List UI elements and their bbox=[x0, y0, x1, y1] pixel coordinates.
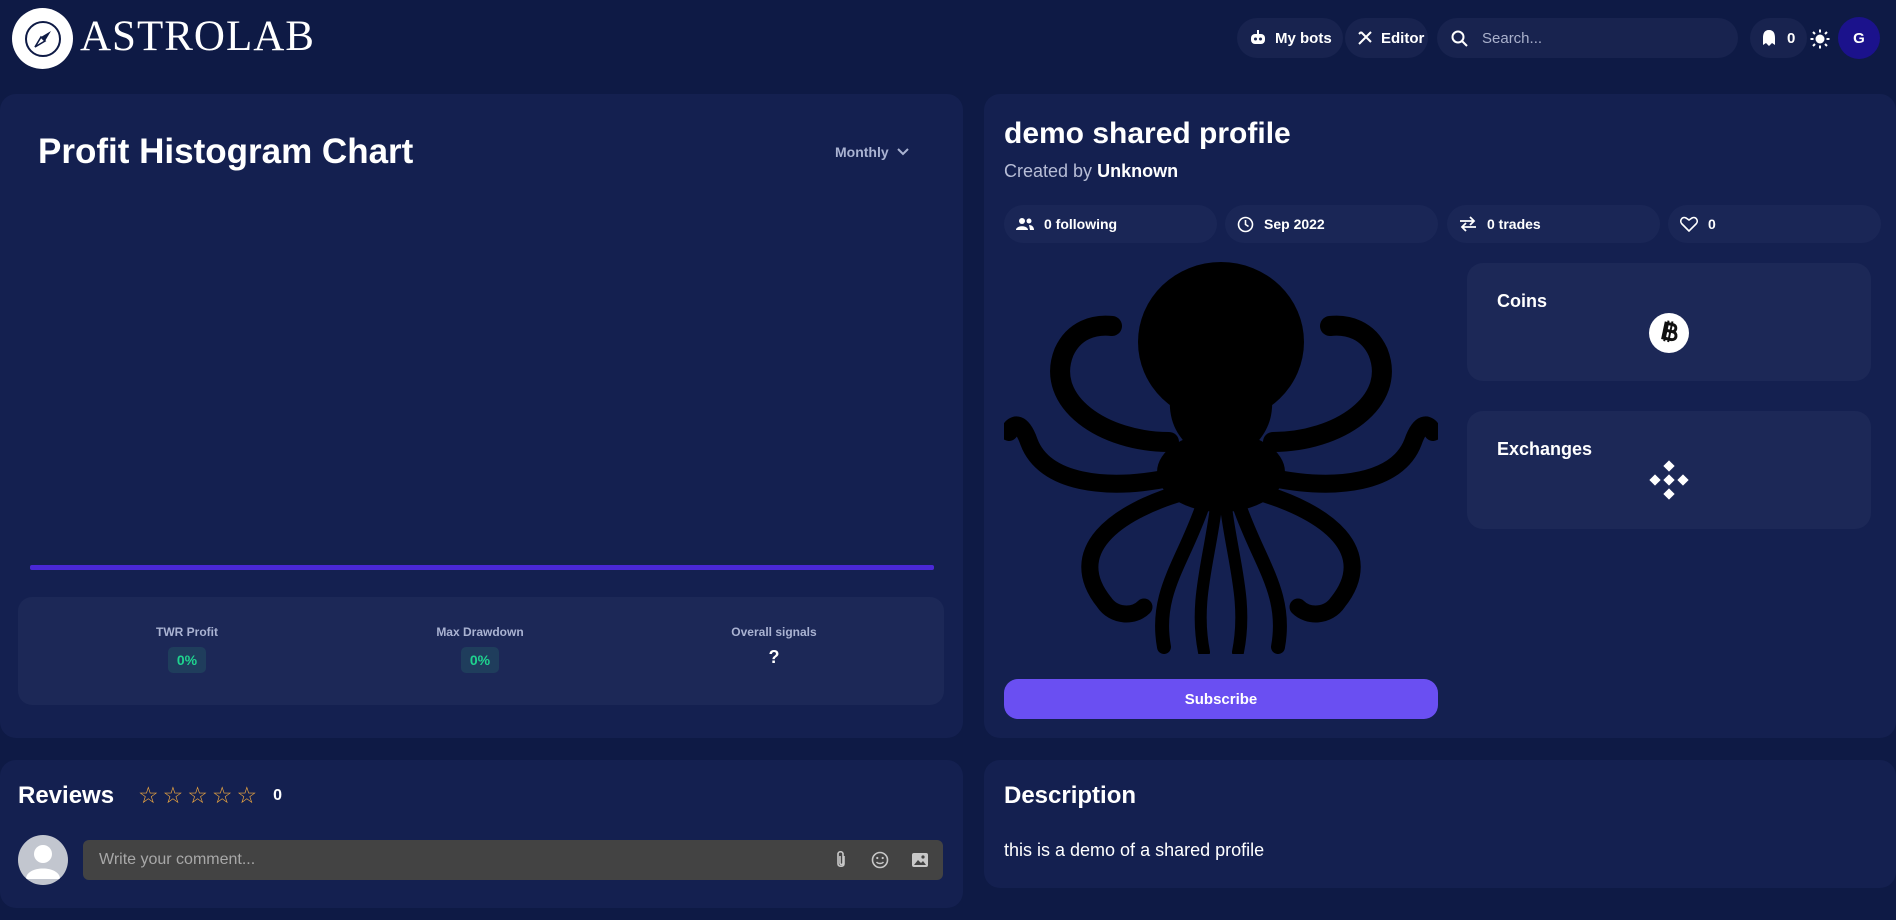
bot-icon bbox=[1251, 30, 1265, 44]
search-box[interactable] bbox=[1437, 18, 1738, 58]
max-drawdown-stat: Max Drawdown 0% bbox=[380, 625, 580, 673]
created-by-prefix: Created by bbox=[1004, 161, 1093, 181]
coins-title: Coins bbox=[1497, 291, 1548, 311]
theme-toggle-icon[interactable] bbox=[1810, 29, 1830, 54]
user-avatar[interactable]: G bbox=[1838, 17, 1880, 59]
editor-button[interactable]: Editor bbox=[1345, 18, 1428, 58]
likes-chip[interactable]: 0 bbox=[1668, 205, 1881, 243]
stats-panel: TWR Profit 0% Max Drawdown 0% Overall si… bbox=[18, 597, 944, 705]
twr-profit-stat: TWR Profit 0% bbox=[87, 625, 287, 673]
trades-chip[interactable]: 0 trades bbox=[1447, 205, 1660, 243]
overall-signals-label: Overall signals bbox=[731, 625, 817, 639]
created-by: Created by Unknown bbox=[1004, 161, 1178, 182]
rating-count: 0 bbox=[273, 786, 283, 804]
logo-text[interactable]: ASTROLAB bbox=[80, 12, 315, 61]
chart-title: Profit Histogram Chart bbox=[38, 132, 414, 171]
logo-icon[interactable] bbox=[12, 8, 73, 69]
created-date: Sep 2022 bbox=[1264, 216, 1325, 232]
following-chip[interactable]: 0 following bbox=[1004, 205, 1217, 243]
likes-count: 0 bbox=[1708, 216, 1716, 232]
description-title: Description bbox=[1004, 782, 1137, 809]
overall-signals-stat: Overall signals ? bbox=[674, 625, 874, 668]
max-drawdown-value: 0% bbox=[460, 647, 500, 673]
description-text: this is a demo of a shared profile bbox=[1004, 840, 1265, 860]
editor-label: Editor bbox=[1381, 29, 1425, 47]
chart-baseline bbox=[30, 565, 934, 570]
heart-icon bbox=[1680, 216, 1698, 232]
user-avatar-placeholder bbox=[18, 835, 68, 885]
ghost-bell-icon bbox=[1763, 30, 1775, 46]
emoji-icon[interactable] bbox=[871, 851, 889, 869]
star-icon[interactable]: ☆ bbox=[138, 782, 159, 809]
following-count: 0 following bbox=[1044, 216, 1118, 232]
swap-arrows-icon bbox=[1460, 216, 1476, 232]
comment-box bbox=[83, 840, 943, 880]
description-card bbox=[984, 760, 1896, 888]
binance-icon[interactable] bbox=[1648, 459, 1690, 506]
image-icon[interactable] bbox=[911, 851, 929, 869]
users-icon bbox=[1016, 218, 1034, 230]
creator-name[interactable]: Unknown bbox=[1097, 161, 1178, 181]
exchanges-card: Exchanges bbox=[1467, 411, 1871, 529]
max-drawdown-label: Max Drawdown bbox=[436, 625, 524, 639]
trades-count: 0 trades bbox=[1487, 216, 1541, 232]
profile-title: demo shared profile bbox=[1004, 117, 1291, 150]
octopus-avatar bbox=[1000, 262, 1442, 659]
exchanges-title: Exchanges bbox=[1497, 439, 1593, 459]
star-icon[interactable]: ☆ bbox=[187, 782, 208, 809]
twr-profit-label: TWR Profit bbox=[156, 625, 218, 639]
period-select[interactable]: Monthly bbox=[835, 144, 909, 160]
chevron-down-icon bbox=[896, 148, 909, 156]
notification-count: 0 bbox=[1787, 29, 1796, 47]
reviews-title: Reviews bbox=[18, 782, 115, 809]
my-bots-label: My bots bbox=[1275, 29, 1332, 47]
period-select-label: Monthly bbox=[835, 144, 889, 160]
star-rating[interactable]: ☆ ☆ ☆ ☆ ☆ 0 bbox=[138, 782, 282, 809]
histogram-plot bbox=[30, 190, 934, 570]
comment-input[interactable] bbox=[83, 850, 833, 870]
paperclip-icon[interactable] bbox=[833, 850, 849, 870]
created-date-chip: Sep 2022 bbox=[1225, 205, 1438, 243]
star-icon[interactable]: ☆ bbox=[237, 782, 258, 809]
search-icon bbox=[1451, 30, 1468, 47]
search-input[interactable] bbox=[1480, 28, 1724, 48]
star-icon[interactable]: ☆ bbox=[212, 782, 233, 809]
tools-icon bbox=[1358, 31, 1372, 45]
clock-icon bbox=[1237, 216, 1254, 232]
subscribe-button[interactable]: Subscribe bbox=[1004, 679, 1438, 719]
my-bots-button[interactable]: My bots bbox=[1237, 18, 1343, 58]
overall-signals-value: ? bbox=[768, 647, 780, 667]
bitcoin-icon[interactable] bbox=[1649, 313, 1689, 353]
notifications-button[interactable]: 0 bbox=[1750, 18, 1807, 58]
star-icon[interactable]: ☆ bbox=[163, 782, 184, 809]
coins-card: Coins bbox=[1467, 263, 1871, 381]
twr-profit-value: 0% bbox=[167, 647, 207, 673]
